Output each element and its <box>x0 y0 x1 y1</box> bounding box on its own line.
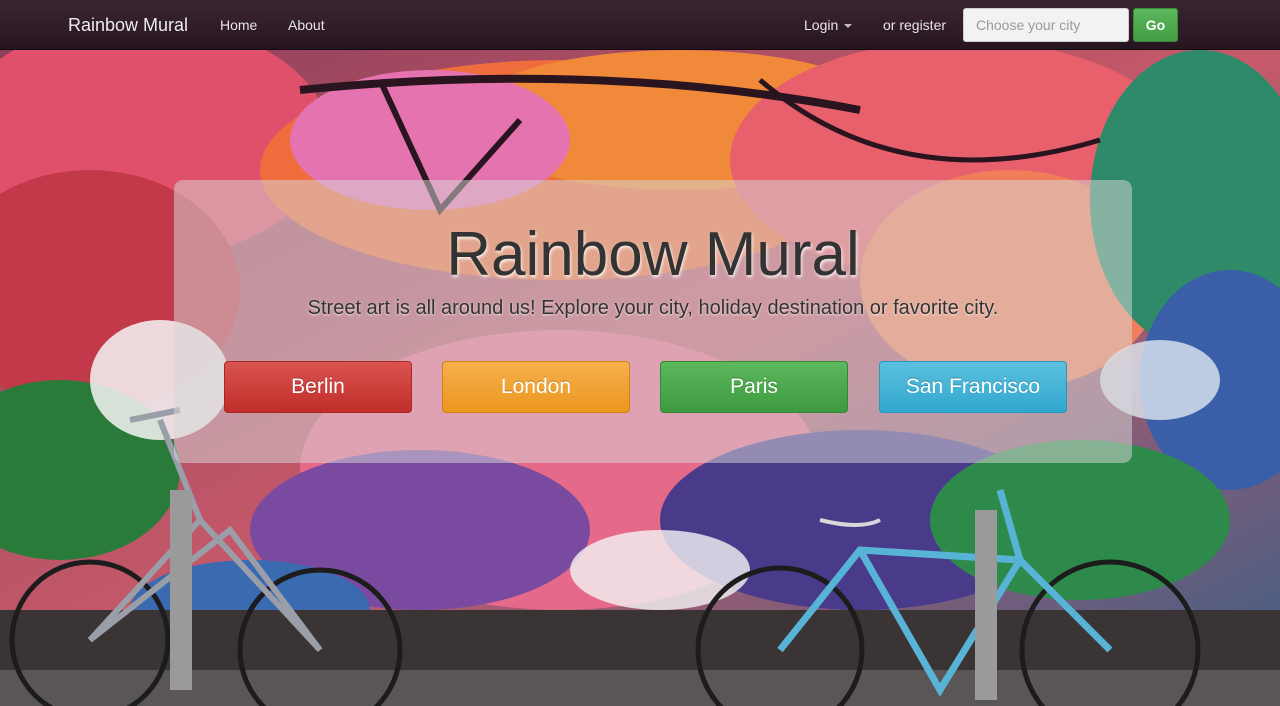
london-button[interactable]: London <box>442 361 630 413</box>
login-dropdown[interactable]: Login <box>804 17 853 33</box>
register-link[interactable]: or register <box>883 17 946 33</box>
nav-about-link[interactable]: About <box>288 17 325 33</box>
berlin-button[interactable]: Berlin <box>224 361 412 413</box>
brand-link[interactable]: Rainbow Mural <box>68 14 188 36</box>
hero-panel: Rainbow Mural Street art is all around u… <box>174 180 1132 463</box>
nav-home-link[interactable]: Home <box>220 17 257 33</box>
go-button[interactable]: Go <box>1133 8 1178 42</box>
city-search-input[interactable] <box>963 8 1129 42</box>
page: Rainbow Mural Home About Login or regist… <box>0 0 1280 706</box>
san-francisco-button[interactable]: San Francisco <box>879 361 1067 413</box>
top-navbar: Rainbow Mural Home About Login or regist… <box>0 0 1280 50</box>
login-label: Login <box>804 17 839 33</box>
hero-title: Rainbow Mural <box>446 220 860 289</box>
paris-button[interactable]: Paris <box>660 361 848 413</box>
caret-down-icon <box>844 24 853 29</box>
hero-subtitle: Street art is all around us! Explore you… <box>307 297 999 319</box>
